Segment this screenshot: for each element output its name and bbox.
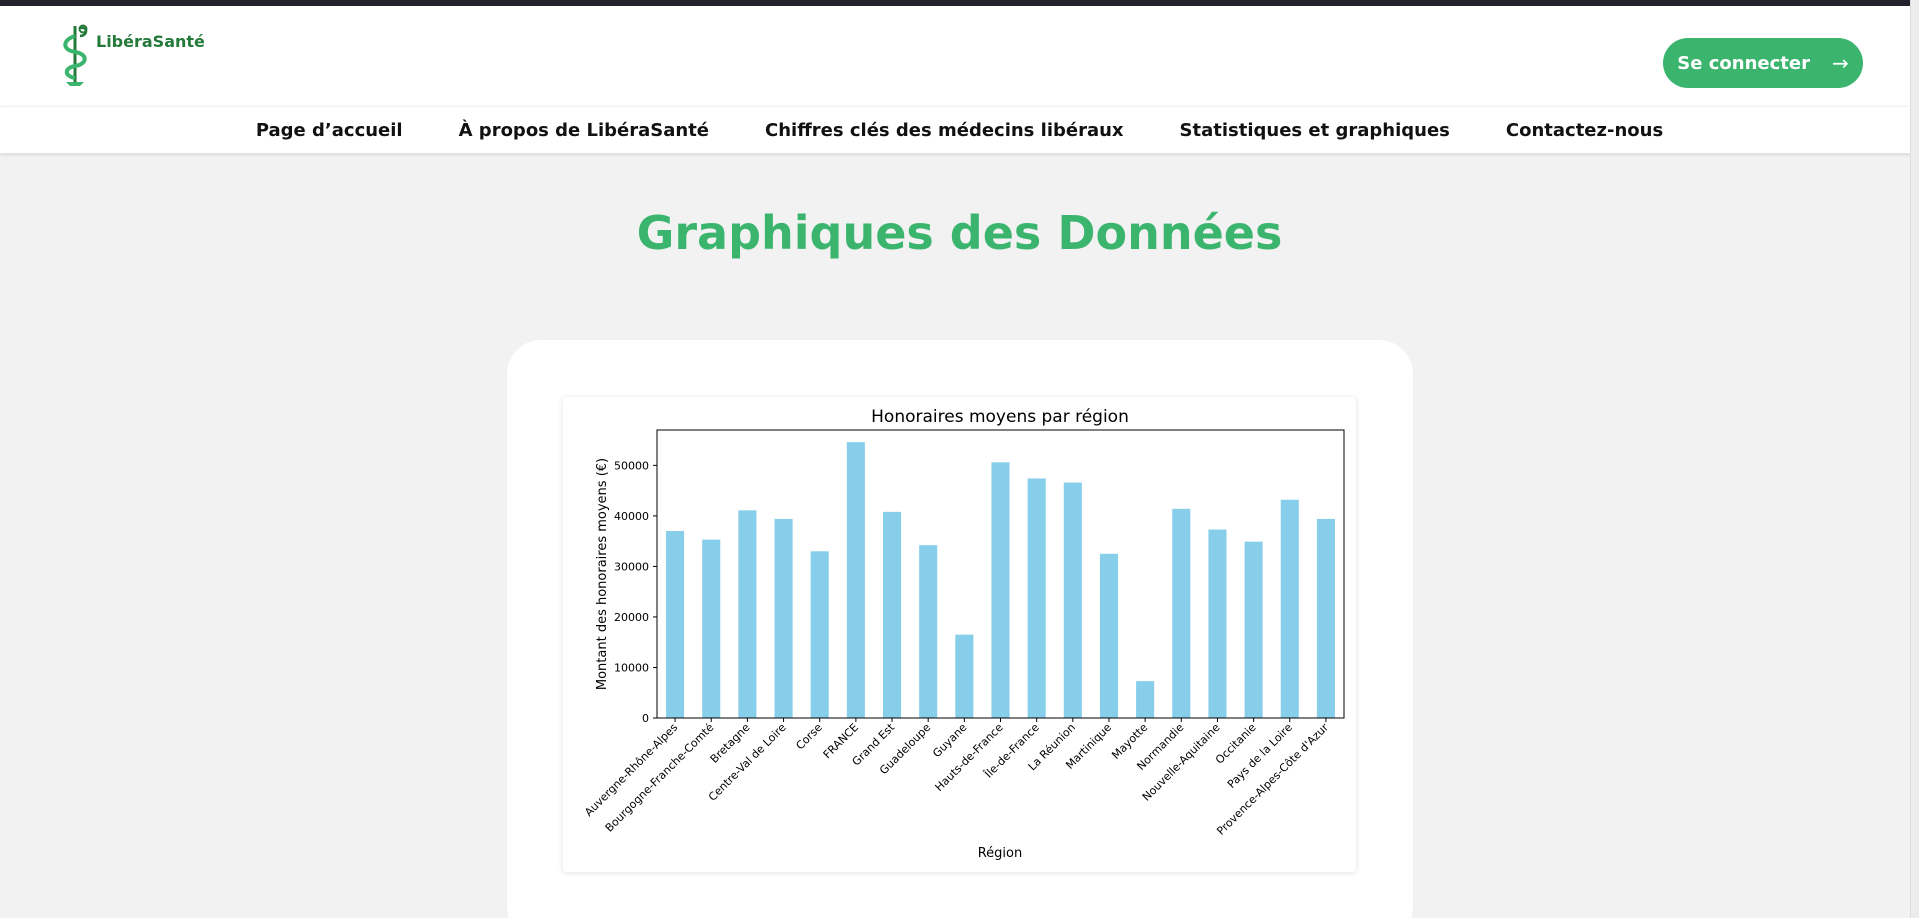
nav-item-contact[interactable]: Contactez-nous (1506, 120, 1663, 141)
chart-bar (774, 518, 793, 718)
x-tick-label: Corse (793, 721, 825, 753)
page-scrollbar[interactable] (1910, 0, 1919, 918)
y-tick-label: 30000 (614, 560, 649, 573)
y-tick-label: 10000 (614, 661, 649, 674)
chart-plot-layer: Auvergne-Rhône-AlpesBourgogne-Franche-Co… (582, 429, 1345, 838)
chart-bar (1099, 553, 1119, 718)
chart-bar (738, 510, 757, 718)
chart-bar (1208, 529, 1227, 718)
caduceus-icon (63, 24, 88, 86)
y-axis-label: Montant des honoraires moyens (€) (595, 458, 610, 690)
chart-bar (1063, 482, 1082, 718)
y-tick-label: 50000 (614, 459, 649, 472)
chart-container: Honoraires moyens par région Montant des… (563, 397, 1356, 872)
x-tick-label: Pays de la Loire (1225, 721, 1295, 791)
nav-item-key-figures[interactable]: Chiffres clés des médecins libéraux (765, 120, 1124, 141)
chart-bar (1027, 478, 1046, 718)
page-title: Graphiques des Données (636, 206, 1283, 260)
chart-bar (1172, 508, 1191, 718)
chart-bar (955, 634, 974, 718)
y-tick-label: 40000 (614, 510, 649, 523)
chart-bar (919, 545, 938, 718)
chart-bar (1244, 541, 1263, 718)
y-tick-label: 20000 (614, 611, 649, 624)
login-button[interactable]: Se connecter → (1663, 38, 1863, 88)
chart-bar (846, 442, 865, 718)
chart-bar (1316, 518, 1335, 718)
chart-bar (991, 462, 1010, 718)
chart-bar (1280, 499, 1299, 718)
chart-bar (666, 531, 685, 718)
brand-name: LibéraSanté (96, 31, 205, 51)
site-header: LibéraSanté Se connecter → (0, 6, 1919, 106)
bar-chart: Honoraires moyens par région Montant des… (582, 407, 1345, 861)
x-axis-label: Région (978, 846, 1023, 861)
nav-item-home[interactable]: Page d’accueil (256, 120, 403, 141)
chart-bar (1136, 681, 1155, 718)
main-nav: Page d’accueil À propos de LibéraSanté C… (0, 106, 1919, 153)
chart-bar (702, 539, 721, 718)
arrow-right-icon: → (1831, 51, 1849, 75)
chart-bar (882, 511, 902, 718)
brand-logo[interactable]: LibéraSanté (58, 22, 205, 88)
y-tick-label: 0 (642, 712, 649, 725)
chart-bar (810, 551, 829, 718)
nav-item-about[interactable]: À propos de LibéraSanté (459, 120, 709, 141)
login-button-label: Se connecter (1677, 52, 1810, 74)
chart-title: Honoraires moyens par région (871, 407, 1129, 427)
nav-item-statistics[interactable]: Statistiques et graphiques (1180, 120, 1450, 141)
